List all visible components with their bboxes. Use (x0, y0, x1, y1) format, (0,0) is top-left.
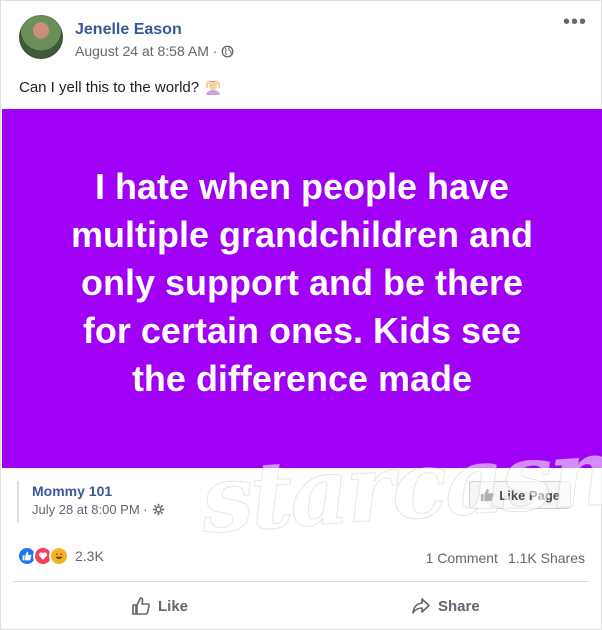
shared-page-name[interactable]: Mommy 101 (32, 483, 112, 499)
shared-text-post-background[interactable]: I hate when people have multiple grandch… (2, 109, 602, 468)
engagement-stats: 1 Comment 1.1K Shares (426, 550, 585, 566)
share-arrow-icon (412, 598, 430, 614)
post-caption: Can I yell this to the world? (19, 78, 200, 96)
thumbs-up-outline-icon (132, 597, 150, 615)
shared-page-meta: July 28 at 8:00 PM · (32, 502, 165, 517)
like-button-label: Like (158, 597, 189, 615)
more-options-button[interactable]: ••• (563, 12, 587, 32)
share-button[interactable]: Share (411, 595, 480, 617)
reaction-summary[interactable]: 2.3K (17, 546, 104, 566)
post-card: Jenelle Eason August 24 at 8:58 AM · •••… (0, 0, 602, 630)
gear-icon (152, 503, 164, 516)
post-meta: August 24 at 8:58 AM · (75, 43, 234, 59)
shared-post-text: I hate when people have multiple grandch… (70, 165, 534, 399)
post-caption-row: Can I yell this to the world? (19, 78, 222, 96)
shared-page-attribution: Mommy 101 July 28 at 8:00 PM · Like Page (17, 481, 587, 523)
like-page-button[interactable]: Like Page (469, 481, 571, 509)
shares-count-link[interactable]: 1.1K Shares (508, 550, 585, 566)
author-avatar[interactable] (19, 15, 63, 59)
post-timestamp[interactable]: August 24 at 8:58 AM · (75, 43, 217, 59)
author-name[interactable]: Jenelle Eason (75, 21, 182, 39)
haha-reaction-icon (49, 546, 69, 566)
globe-icon (221, 45, 234, 57)
shared-page-timestamp[interactable]: July 28 at 8:00 PM · (32, 502, 148, 517)
comments-count-link[interactable]: 1 Comment (426, 550, 498, 566)
divider (13, 581, 589, 582)
share-button-label: Share (438, 597, 480, 615)
reaction-count: 2.3K (75, 548, 104, 564)
like-page-label: Like Page (499, 487, 560, 503)
like-button[interactable]: Like (131, 595, 188, 617)
thumbs-up-icon (481, 488, 494, 502)
person-gesturing-ok-emoji (205, 80, 221, 95)
